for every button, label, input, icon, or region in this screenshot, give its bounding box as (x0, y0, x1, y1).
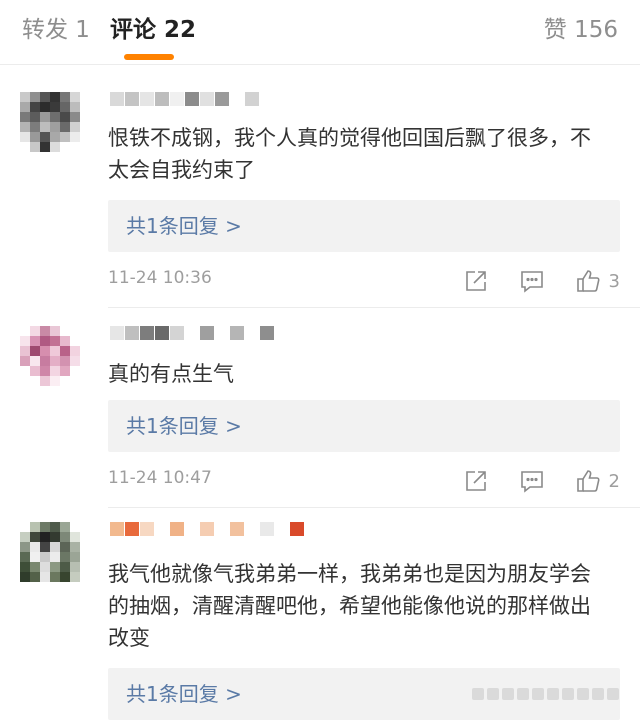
comment-meta: 11-24 10:36 3 (108, 266, 620, 296)
like-button[interactable]: 2 (575, 468, 620, 494)
like-icon (576, 470, 600, 492)
like-icon (576, 270, 600, 292)
comment-actions: 3 (433, 266, 620, 296)
replies-label[interactable]: 共1条回复 > (126, 412, 242, 440)
avatar[interactable] (20, 92, 80, 152)
tab-reposts[interactable]: 转发 1 (22, 14, 90, 46)
comment-time: 11-24 10:47 (108, 468, 212, 488)
share-button[interactable] (463, 468, 489, 494)
comment-text: 恨铁不成钢，我个人真的觉得他回国后飘了很多，不太会自我约束了 (108, 126, 591, 182)
replies-label[interactable]: 共1条回复 > (126, 680, 242, 708)
divider (108, 507, 640, 508)
divider (108, 307, 640, 308)
view-replies-link[interactable]: 共1条回复 > (108, 400, 620, 452)
comment-actions: 2 (433, 466, 620, 496)
username-blurred[interactable] (110, 326, 275, 346)
like-count: 3 (608, 270, 620, 292)
comment-meta: 11-24 10:47 2 (108, 466, 620, 496)
replies-label[interactable]: 共1条回复 > (126, 212, 242, 240)
tab-likes[interactable]: 赞 156 (544, 14, 618, 46)
active-tab-indicator (124, 54, 174, 60)
avatar[interactable] (20, 522, 80, 582)
comment-text: 真的有点生气 (108, 362, 234, 386)
view-replies-link[interactable]: 共1条回复 > (108, 200, 620, 252)
comment-text: 我气他就像气我弟弟一样，我弟弟也是因为朋友学会的抽烟，清醒清醒吧他，希望他能像他… (108, 562, 591, 650)
share-button[interactable] (463, 268, 489, 294)
reply-button[interactable] (519, 468, 545, 494)
comment-icon (520, 271, 543, 293)
comment-icon (520, 471, 543, 493)
share-icon (465, 471, 486, 491)
tab-comments[interactable]: 评论 22 (110, 14, 196, 46)
reply-button[interactable] (519, 268, 545, 294)
comment-time: 11-24 10:36 (108, 268, 212, 288)
like-button[interactable]: 3 (575, 268, 620, 294)
comment-tabs: 转发 1 评论 22 赞 156 (0, 0, 640, 65)
avatar[interactable] (20, 326, 80, 386)
watermark (472, 683, 622, 705)
share-icon (465, 271, 486, 291)
username-blurred[interactable] (110, 522, 305, 542)
like-count: 2 (608, 470, 620, 492)
username-blurred[interactable] (110, 92, 260, 112)
